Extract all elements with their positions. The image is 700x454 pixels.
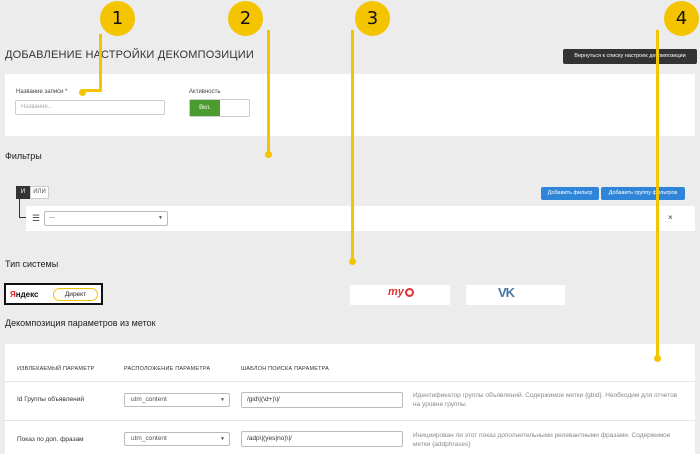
mytarget-logo-text: my (388, 286, 404, 298)
active-toggle-on[interactable]: Вкл. (190, 100, 220, 116)
close-icon[interactable]: × (668, 213, 673, 222)
pattern-input[interactable]: /adp\|(yes|no)\|/ (241, 431, 403, 447)
pattern-input[interactable]: /gid\|(\d+)\|/ (241, 392, 403, 408)
callout-3-dot (349, 258, 356, 265)
record-name-input[interactable]: Название.. (15, 100, 165, 115)
page-title: ДОБАВЛЕНИЕ НАСТРОЙКИ ДЕКОМПОЗИЦИИ (5, 49, 254, 61)
callout-1: 1 (100, 1, 135, 36)
callout-3: 3 (355, 1, 390, 36)
filter-select-value: --- (49, 215, 55, 221)
back-to-list-button[interactable]: Вернуться к списку настроек декомпозиции (563, 49, 697, 64)
callout-2-line (267, 30, 270, 156)
callout-4-dot (654, 355, 661, 362)
target-icon (404, 287, 414, 297)
callout-2-dot (265, 151, 272, 158)
logic-and-button[interactable]: И (16, 186, 30, 199)
location-select-value: utm_content (131, 435, 167, 442)
table-divider (5, 420, 695, 421)
location-select[interactable]: utm_content ▼ (124, 432, 230, 446)
filter-field-select[interactable]: --- ▼ (44, 211, 168, 226)
callout-2: 2 (228, 1, 263, 36)
callout-1-line (99, 34, 102, 92)
add-filter-button[interactable]: Добавить фильтр (541, 187, 599, 200)
system-option-vk[interactable] (466, 285, 565, 305)
add-filter-group-button[interactable]: Добавить группу фильтров (601, 187, 685, 200)
location-select[interactable]: utm_content ▼ (124, 393, 230, 407)
drag-handle-icon[interactable]: ☰ (32, 213, 40, 224)
callout-1-connector (82, 89, 102, 92)
table-divider (5, 381, 695, 382)
active-label: Активность (189, 89, 221, 95)
decomposition-title: Декомпозиция параметров из меток (5, 318, 156, 328)
param-description: Инициирован ли этот показ дополнительным… (413, 432, 671, 448)
chevron-down-icon: ▼ (220, 397, 225, 403)
column-header-param: ИЗВЛЕКАЕМЫЙ ПАРАМЕТР (17, 366, 95, 372)
chevron-down-icon: ▼ (158, 215, 163, 221)
chevron-down-icon: ▼ (220, 436, 225, 442)
param-name: Показ по доп. фразам (17, 436, 84, 443)
direct-pill: Директ (53, 288, 98, 301)
location-select-value: utm_content (131, 396, 167, 403)
callout-4-line (656, 30, 659, 358)
column-header-location: РАСПОЛОЖЕНИЕ ПАРАМЕТРА (124, 366, 211, 372)
vk-logo: VK (498, 285, 515, 300)
param-description: Идентификатор группы объявлений. Содержи… (413, 392, 678, 408)
system-type-title: Тип системы (5, 259, 59, 269)
mytarget-logo: my (388, 286, 414, 298)
filters-title: Фильтры (5, 151, 42, 161)
column-header-pattern: ШАБЛОН ПОИСКА ПАРАМЕТРА (241, 366, 330, 372)
name-label: Название записи * (16, 89, 68, 95)
callout-3-line (351, 30, 354, 263)
yandex-logo-rest: ндекс (15, 290, 39, 299)
callout-4: 4 (664, 1, 699, 36)
param-name: Id Группы объявлений (17, 396, 84, 403)
filter-tree-connector (19, 199, 26, 218)
logic-or-button[interactable]: ИЛИ (30, 186, 49, 199)
yandex-logo: Яндекс (10, 290, 38, 299)
